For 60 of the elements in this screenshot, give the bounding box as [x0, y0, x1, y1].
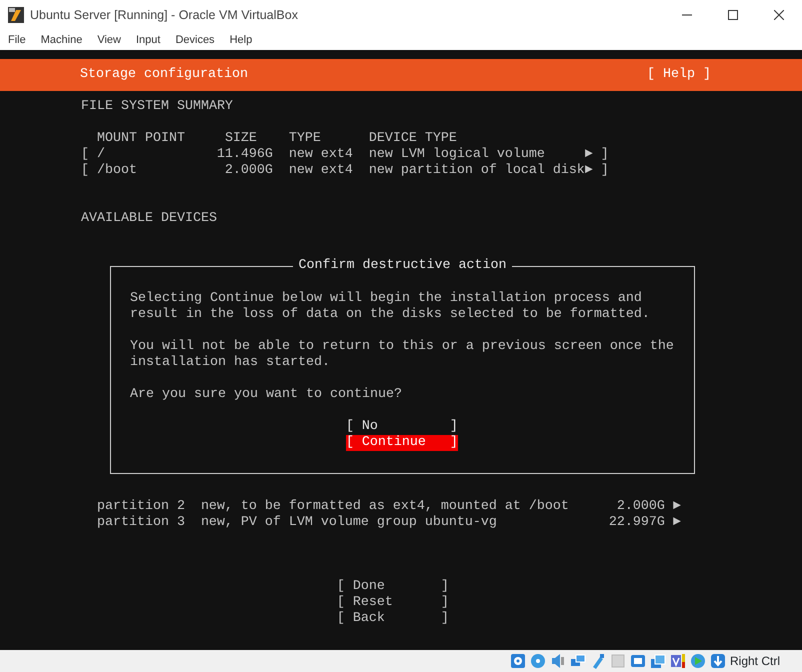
- help-button[interactable]: [ Help ]: [647, 67, 711, 83]
- dialog-text: You will not be able to return to this or a previous screen once the installation has started.: [130, 339, 675, 371]
- section-heading: AVAILABLE DEVICES: [80, 211, 217, 227]
- arrow-text: ►: [584, 147, 594, 163]
- menu-item[interactable]: Machine: [40, 32, 82, 48]
- column-header: SIZE: [224, 131, 258, 147]
- table-cell-text: new ext4: [288, 163, 354, 179]
- monitor-icon: [630, 653, 646, 669]
- menu-item[interactable]: Input: [136, 32, 160, 48]
- column-header: DEVICE TYPE: [368, 131, 457, 147]
- windows-icon: [650, 653, 666, 669]
- square-icon: [610, 653, 626, 669]
- column-header: MOUNT POINT: [96, 131, 186, 147]
- close-icon: [774, 10, 784, 20]
- host-key-label: Right Ctrl: [730, 653, 780, 670]
- action-button[interactable]: [ Reset ]: [336, 595, 449, 611]
- chip-icon: [670, 653, 686, 669]
- dialog-text: Selecting Continue below will begin the installation process and result in the loss of data on the disks selected to be formatted.: [130, 291, 651, 323]
- table-cell-text: 22.997G: [608, 515, 665, 531]
- partition-row[interactable]: partition 3 new, PV of LVM volume group ubuntu-vg 22.997G ►: [96, 515, 681, 531]
- table-cell-text: new, to be formatted as ext4, mounted at /boot: [200, 499, 570, 515]
- table-cell-text: partition 2: [96, 499, 186, 515]
- disc-icon: [530, 653, 546, 669]
- mount-row[interactable]: [ /boot 2.000G new ext4 new partition of local disk► ]: [80, 163, 609, 179]
- table-cell: new partition of local disk: [368, 163, 585, 179]
- dialog-text: Are you sure you want to continue?: [130, 387, 403, 403]
- menu-item[interactable]: View: [97, 32, 121, 48]
- table-cell-text: new ext4: [288, 147, 354, 163]
- arrow-text: ►: [672, 515, 681, 531]
- network-icon: [570, 653, 586, 669]
- arrow-text: ►: [672, 499, 681, 515]
- maximize-icon: [728, 10, 738, 20]
- speaker-icon: [550, 653, 566, 669]
- arrow-text: ►: [584, 163, 594, 179]
- screen-title: Storage configuration: [80, 67, 248, 83]
- table-cell-text: /boot: [96, 163, 138, 179]
- table-cell-text: /: [96, 147, 106, 163]
- table-cell-text: 2.000G: [616, 499, 665, 515]
- no-button[interactable]: [ No ]: [346, 419, 458, 435]
- mount-row[interactable]: [ / 11.496G new ext4 new LVM logical volume ► ]: [80, 147, 609, 163]
- window-title: Ubuntu Server [Running] - Oracle VM VirtualBox: [30, 6, 299, 24]
- table-cell-text: new LVM logical volume: [368, 147, 546, 163]
- bracket-text: ]: [600, 163, 609, 179]
- menu-item[interactable]: File: [8, 32, 26, 48]
- action-button[interactable]: [ Done ]: [336, 579, 449, 595]
- section-heading: FILE SYSTEM SUMMARY: [80, 99, 233, 115]
- table-cell-text: partition 3: [96, 515, 186, 531]
- menu-item[interactable]: Devices: [175, 32, 215, 48]
- continue-button[interactable]: [ Continue ]: [346, 435, 458, 451]
- table-cell-text: 11.496G: [216, 147, 273, 163]
- bracket-text: [: [80, 163, 90, 179]
- app-logo-icon: [7, 6, 25, 24]
- bracket-text: [: [80, 147, 90, 163]
- action-button[interactable]: [ Back ]: [336, 611, 449, 627]
- bracket-text: ]: [600, 147, 609, 163]
- column-header: TYPE: [288, 131, 322, 147]
- table-cell-text: new, PV of LVM volume group ubuntu-vg: [200, 515, 498, 531]
- table-cell-text: 2.000G: [224, 163, 273, 179]
- partition-row[interactable]: partition 2 new, to be formatted as ext4, mounted at /boot 2.000G ►: [96, 499, 681, 515]
- menu-item[interactable]: Help: [230, 32, 252, 48]
